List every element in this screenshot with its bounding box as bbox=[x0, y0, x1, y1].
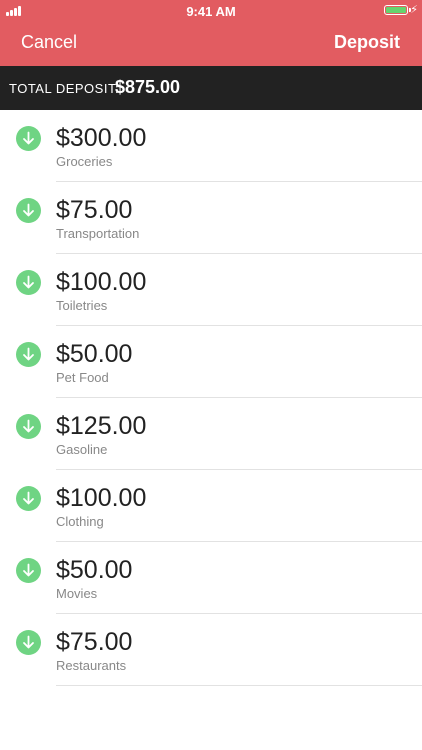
item-category: Pet Food bbox=[56, 370, 109, 385]
list-item[interactable]: $300.00 Groceries bbox=[0, 110, 422, 182]
total-deposit-amount: $875.00 bbox=[115, 77, 181, 97]
list-item[interactable]: $75.00 Restaurants bbox=[0, 614, 422, 686]
divider bbox=[56, 685, 422, 686]
arrow-down-icon bbox=[16, 270, 41, 295]
list-item[interactable]: $50.00 Pet Food bbox=[0, 326, 422, 398]
item-category: Movies bbox=[56, 586, 98, 601]
item-amount: $75.00 bbox=[56, 628, 133, 656]
item-category: Gasoline bbox=[56, 442, 108, 457]
item-amount: $300.00 bbox=[56, 124, 147, 152]
item-category: Restaurants bbox=[56, 658, 127, 673]
app-header: 9:41 AM ⚡ Cancel Deposit bbox=[0, 0, 422, 66]
list-item[interactable]: $100.00 Clothing bbox=[0, 470, 422, 542]
list-item[interactable]: $75.00 Transportation bbox=[0, 182, 422, 254]
item-category: Toiletries bbox=[56, 298, 108, 313]
charging-icon: ⚡ bbox=[410, 4, 418, 16]
list-item[interactable]: $100.00 Toiletries bbox=[0, 254, 422, 326]
deposit-list: $300.00 Groceries $75.00 Transportation … bbox=[0, 110, 422, 686]
cancel-button[interactable]: Cancel bbox=[21, 32, 77, 53]
battery-icon bbox=[384, 5, 411, 15]
deposit-button[interactable]: Deposit bbox=[334, 32, 400, 53]
total-deposit-bar: TOTAL DEPOSIT: $875.00 bbox=[0, 66, 422, 110]
status-bar: 9:41 AM ⚡ bbox=[0, 0, 422, 22]
arrow-down-icon bbox=[16, 342, 41, 367]
item-amount: $50.00 bbox=[56, 340, 133, 368]
total-deposit-label: TOTAL DEPOSIT: bbox=[9, 81, 120, 96]
item-amount: $100.00 bbox=[56, 268, 147, 296]
arrow-down-icon bbox=[16, 486, 41, 511]
list-item[interactable]: $50.00 Movies bbox=[0, 542, 422, 614]
list-item[interactable]: $125.00 Gasoline bbox=[0, 398, 422, 470]
item-amount: $125.00 bbox=[56, 412, 147, 440]
status-time: 9:41 AM bbox=[186, 4, 236, 19]
item-category: Clothing bbox=[56, 514, 104, 529]
arrow-down-icon bbox=[16, 558, 41, 583]
item-amount: $75.00 bbox=[56, 196, 133, 224]
item-category: Groceries bbox=[56, 154, 113, 169]
item-amount: $50.00 bbox=[56, 556, 133, 584]
arrow-down-icon bbox=[16, 630, 41, 655]
arrow-down-icon bbox=[16, 126, 41, 151]
arrow-down-icon bbox=[16, 198, 41, 223]
item-category: Transportation bbox=[56, 226, 140, 241]
item-amount: $100.00 bbox=[56, 484, 147, 512]
arrow-down-icon bbox=[16, 414, 41, 439]
